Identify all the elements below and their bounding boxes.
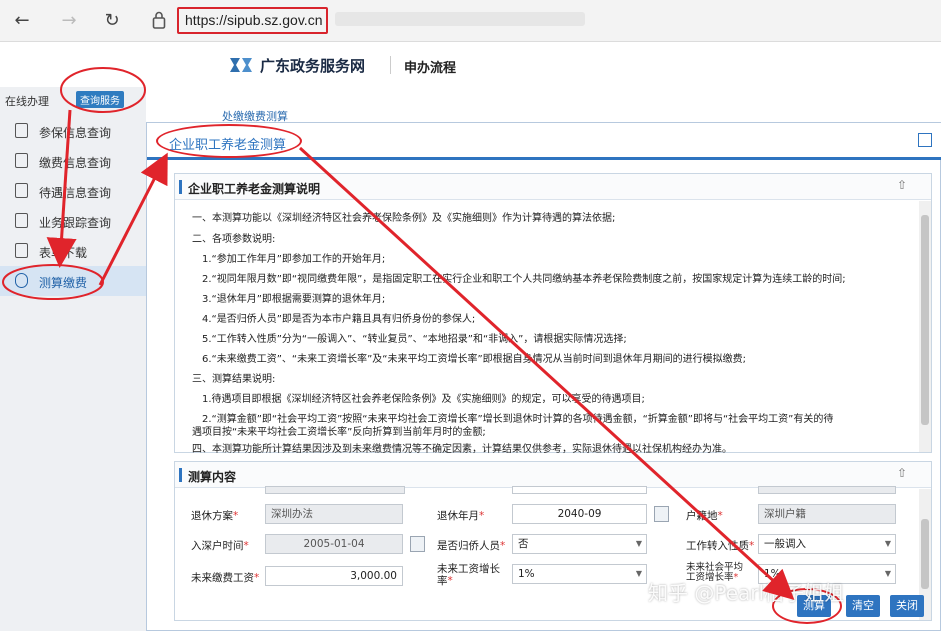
calendar-icon[interactable] bbox=[410, 536, 425, 552]
browser-toolbar: ← → ↻ https://sipub.sz.gov.cn bbox=[0, 0, 941, 42]
transfer-select[interactable]: 一般调入 bbox=[758, 534, 896, 554]
coin-icon bbox=[15, 273, 28, 288]
chevron-down-icon[interactable]: ▼ bbox=[632, 564, 646, 584]
retire-month-field[interactable]: 2040-09 bbox=[512, 504, 647, 524]
retire-plan-label: 退休方案* bbox=[191, 510, 239, 522]
back-arrow-icon[interactable]: ← bbox=[10, 9, 34, 33]
panel-accent bbox=[179, 468, 182, 482]
enter-date-field[interactable]: 2005-01-04 bbox=[265, 534, 403, 554]
calculation-dialog: 企业职工养老金测算 企业职工养老金测算说明 ⇧ 一、本测算功能以《深圳经济特区社… bbox=[146, 122, 941, 631]
collapse-up-icon[interactable]: ⇧ bbox=[897, 466, 907, 480]
sidebar-item-label: 表单下载 bbox=[39, 246, 88, 260]
sidebar-item-calculation[interactable]: 测算缴费 bbox=[0, 266, 146, 296]
retire-month-label: 退休年月* bbox=[437, 510, 485, 522]
lock-icon bbox=[152, 11, 166, 29]
reload-icon[interactable]: ↻ bbox=[100, 9, 124, 33]
description-panel: 企业职工养老金测算说明 ⇧ 一、本测算功能以《深圳经济特区社会养老保险条例》及《… bbox=[174, 173, 932, 455]
panel-title: 测算内容 bbox=[188, 470, 237, 484]
hidden-field bbox=[265, 486, 405, 494]
sidebar-title: 在线办理 bbox=[5, 95, 49, 108]
chevron-down-icon[interactable]: ▼ bbox=[881, 564, 895, 584]
sidebar-item-label: 待遇信息查询 bbox=[39, 186, 112, 200]
panel-title: 企业职工养老金测算说明 bbox=[188, 182, 321, 196]
sidebar-item-payment-query[interactable]: 缴费信息查询 bbox=[0, 146, 146, 176]
sidebar-item-label: 业务跟踪查询 bbox=[39, 216, 112, 230]
description-line: 遇项目按“未来平均社会工资增长率”反向折算到当前年月时的金额; bbox=[192, 427, 486, 438]
description-line: 1.待遇项目即根据《深圳经济特区社会养老保险条例》及《实施细则》的规定，可以享受… bbox=[202, 394, 645, 405]
calendar-icon[interactable] bbox=[654, 506, 669, 522]
description-line: 二、各项参数说明: bbox=[192, 234, 276, 245]
scrollbar-thumb[interactable] bbox=[921, 215, 929, 425]
description-line: 四、本测算功能所计算结果因涉及到未来缴费情况等不确定因素，计算结果仅供参考，实际… bbox=[192, 444, 732, 455]
document-icon bbox=[15, 123, 28, 138]
description-line: 一、本测算功能以《深圳经济特区社会养老保险条例》及《实施细则》作为计算待遇的算法… bbox=[192, 213, 616, 224]
overseas-label: 是否归侨人员* bbox=[437, 540, 506, 552]
site-logo-icon bbox=[230, 58, 252, 72]
chevron-down-icon[interactable]: ▼ bbox=[881, 534, 895, 554]
future-wage-label: 未来缴费工资* bbox=[191, 572, 260, 584]
enter-date-label: 入深户时间* bbox=[191, 540, 249, 552]
document-icon bbox=[15, 183, 28, 198]
hidden-field bbox=[758, 486, 896, 494]
document-icon bbox=[15, 243, 28, 258]
sidebar-item-benefit-query[interactable]: 待遇信息查询 bbox=[0, 176, 146, 206]
wage-growth-select[interactable]: 1% bbox=[512, 564, 647, 584]
clear-button[interactable]: 清空 bbox=[846, 595, 880, 617]
description-line: 3.“退休年月”即根据需要测算的退休年月; bbox=[202, 294, 386, 305]
scrollbar-thumb[interactable] bbox=[921, 519, 929, 589]
query-service-tab[interactable]: 查询服务 bbox=[76, 91, 124, 108]
sidebar-item-insurance-query[interactable]: 参保信息查询 bbox=[0, 116, 146, 146]
popout-icon[interactable] bbox=[918, 133, 932, 147]
sidebar-item-label: 测算缴费 bbox=[39, 276, 88, 290]
close-button[interactable]: 关闭 bbox=[890, 595, 924, 617]
future-wage-field[interactable]: 3,000.00 bbox=[265, 566, 403, 586]
hukou-label: 户籍地* bbox=[686, 510, 723, 522]
hidden-field bbox=[512, 486, 647, 494]
description-scrollbar[interactable] bbox=[919, 201, 931, 452]
watermark-text: 知乎 @Pearl桔子姐姐 bbox=[648, 581, 845, 605]
description-line: 2.“视同年限月数”即“视同缴费年限”，是指固定职工在实行企业和职工个人共同缴纳… bbox=[202, 274, 846, 285]
forward-arrow-icon[interactable]: → bbox=[57, 9, 81, 33]
description-line: 4.“是否归侨人员”即是否为本市户籍且具有归侨身份的参保人; bbox=[202, 314, 476, 325]
coin-icon bbox=[15, 153, 28, 168]
hukou-field[interactable]: 深圳户籍 bbox=[758, 504, 896, 524]
sidebar-item-label: 缴费信息查询 bbox=[39, 156, 112, 170]
overseas-select[interactable]: 否 bbox=[512, 534, 647, 554]
site-title: 广东政务服务网 bbox=[260, 57, 366, 75]
description-line: 5.“工作转入性质”分为“一般调入”、“转业复员”、“本地招录”和“非调入”，请… bbox=[202, 334, 627, 345]
user-icon bbox=[15, 213, 28, 228]
panel-header: 测算内容 ⇧ bbox=[175, 462, 931, 488]
address-bar-blur bbox=[335, 12, 585, 26]
panel-header: 企业职工养老金测算说明 ⇧ bbox=[175, 174, 931, 200]
sidebar-item-form-download[interactable]: 表单下载 bbox=[0, 236, 146, 266]
transfer-label: 工作转入性质* bbox=[686, 540, 755, 552]
collapse-up-icon[interactable]: ⇧ bbox=[897, 178, 907, 192]
retire-plan-field[interactable]: 深圳办法 bbox=[265, 504, 403, 524]
site-header bbox=[0, 43, 941, 87]
title-highlight-oval bbox=[156, 124, 302, 158]
wage-growth-label: 未来工资增长率* bbox=[437, 563, 500, 587]
address-bar[interactable]: https://sipub.sz.gov.cn bbox=[185, 12, 322, 28]
chevron-down-icon[interactable]: ▼ bbox=[632, 534, 646, 554]
header-divider bbox=[390, 56, 391, 74]
sidebar-item-label: 参保信息查询 bbox=[39, 126, 112, 140]
flow-link[interactable]: 申办流程 bbox=[404, 57, 456, 76]
description-line: 三、测算结果说明: bbox=[192, 374, 276, 385]
description-line: 1.“参加工作年月”即参加工作的开始年月; bbox=[202, 254, 386, 265]
panel-accent bbox=[179, 180, 182, 194]
sidebar-item-tracking-query[interactable]: 业务跟踪查询 bbox=[0, 206, 146, 236]
description-line: 6.“未来缴费工资”、“未来工资增长率”及“未来平均工资增长率”即根据自身情况从… bbox=[202, 354, 746, 365]
